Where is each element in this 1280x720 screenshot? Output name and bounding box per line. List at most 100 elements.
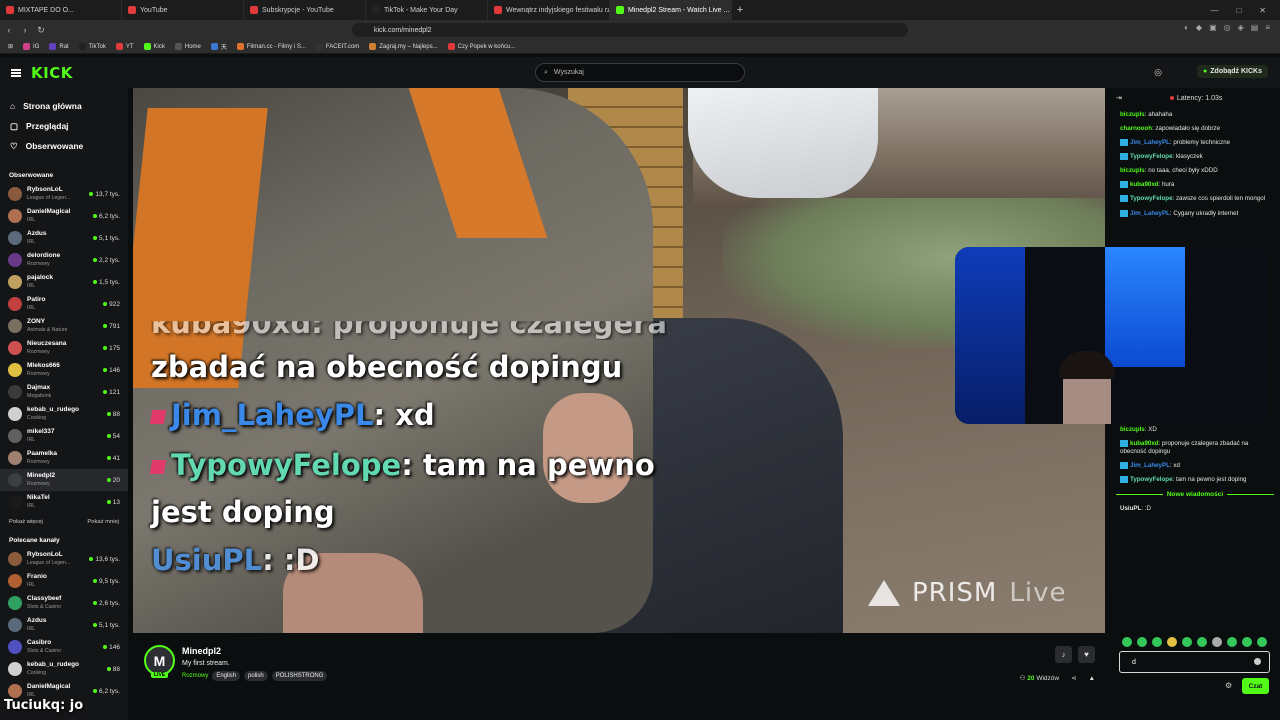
bookmark-item[interactable]: IG <box>23 43 39 50</box>
sidebar-channel[interactable]: DanielMagical IRL 6,2 tys. <box>0 205 128 227</box>
browser-tab[interactable]: Minedpl2 Stream - Watch Live ...✕ <box>610 0 732 20</box>
extension-icon[interactable]: ▤ <box>1251 23 1259 32</box>
chat-username[interactable]: Jim_LaheyPL <box>1130 462 1170 469</box>
collapse-chat-icon[interactable]: ⇥ <box>1116 94 1122 102</box>
emote-icon[interactable] <box>1212 637 1222 647</box>
report-icon[interactable]: ▲ <box>1089 675 1095 682</box>
bookmark-item[interactable]: Rat <box>49 43 69 50</box>
sidebar-channel[interactable]: kebab_u_rudego Cooking 88 <box>0 403 128 425</box>
chat-username[interactable]: TypowyFelope <box>1130 153 1173 160</box>
chat-username[interactable]: kuba90xd <box>1130 440 1159 447</box>
follow-heart-icon[interactable]: ♥ <box>1078 646 1095 663</box>
chat-username[interactable]: kuba90xd <box>1130 181 1159 188</box>
sidebar-channel[interactable]: mikel337 IRL 54 <box>0 425 128 447</box>
back-icon[interactable]: ‹ <box>2 25 16 35</box>
browser-tab[interactable]: Wewnątrz indyjskiego festiwalu rzuc... <box>488 0 610 20</box>
menu-icon[interactable]: ≡ <box>1265 23 1270 32</box>
hamburger-menu-icon[interactable] <box>11 68 21 77</box>
sidebar-channel[interactable]: Dajmax Megabonk 121 <box>0 381 128 403</box>
chat-username[interactable]: charnoooh <box>1120 125 1152 132</box>
minimize-icon[interactable]: — <box>1210 6 1218 15</box>
new-tab-button[interactable]: + <box>732 4 748 16</box>
chat-username[interactable]: TypowyFelope <box>1130 476 1173 483</box>
emote-icon[interactable] <box>1242 637 1252 647</box>
chat-username[interactable]: Jim_LaheyPL <box>1130 139 1170 146</box>
url-field[interactable]: kick.com/minedpl2 <box>352 23 908 37</box>
stream-tag[interactable]: POLISHSTRONG <box>271 671 328 681</box>
emote-icon[interactable] <box>1122 637 1132 647</box>
forward-icon[interactable]: › <box>18 25 32 35</box>
get-kicks-button[interactable]: ● Zdobądź KICKs <box>1197 65 1268 78</box>
close-window-icon[interactable]: ✕ <box>1259 6 1266 15</box>
stream-tag[interactable]: polish <box>244 671 268 681</box>
browser-tab[interactable]: Subskrypcje - YouTube <box>244 0 366 20</box>
send-chat-button[interactable]: Czat <box>1242 678 1269 694</box>
sidebar-channel[interactable]: pajalock IRL 1,5 tys. <box>0 271 128 293</box>
emote-icon[interactable] <box>1257 637 1267 647</box>
sidebar-channel[interactable]: Paamelka Rozmowy 41 <box>0 447 128 469</box>
extension-icon[interactable]: ▣ <box>1209 23 1217 32</box>
sidebar-channel[interactable]: Patiro IRL 922 <box>0 293 128 315</box>
emote-icon[interactable] <box>1167 637 1177 647</box>
chat-username[interactable]: Jim_LaheyPL <box>1130 210 1170 217</box>
maximize-icon[interactable]: □ <box>1236 6 1241 15</box>
extension-icon[interactable]: ◆ <box>1196 23 1202 32</box>
stream-tag[interactable]: English <box>212 671 241 681</box>
sidebar-channel[interactable]: Franio IRL 9,5 tys. <box>0 570 128 592</box>
extension-icon[interactable]: ◈ <box>1238 23 1244 32</box>
sidebar-channel[interactable]: Nieuczesana Rozmowy 175 <box>0 337 128 359</box>
browser-tab[interactable]: MIXTAPE DO O... <box>0 0 122 20</box>
sidebar-channel[interactable]: Mlekos666 Rozmowy 146 <box>0 359 128 381</box>
reload-icon[interactable]: ↻ <box>34 25 48 36</box>
bookmark-item[interactable]: Home <box>174 43 201 50</box>
sidebar-channel[interactable]: NikaTel IRL 13 <box>0 491 128 513</box>
nav-home[interactable]: ⌂ Strona główna <box>10 96 128 116</box>
sidebar-channel[interactable]: ZONY Animals & Nature 791 <box>0 315 128 337</box>
nav-following[interactable]: ♡ Obserwowane <box>10 136 128 156</box>
emote-icon[interactable] <box>1152 637 1162 647</box>
kick-logo[interactable]: KICK <box>31 64 73 82</box>
share-icon[interactable]: ⋖ <box>1071 674 1076 682</box>
sidebar-channel[interactable]: Azdus IRL 5,1 tys. <box>0 227 128 249</box>
browser-tab[interactable]: TikTok - Make Your Day <box>366 0 488 20</box>
apps-icon[interactable]: ⊞ <box>8 43 13 50</box>
bookmark-item[interactable]: Filman.cc - Filmy i S... <box>236 43 306 50</box>
bookmark-item[interactable]: Zagraj.my – Najleps... <box>369 43 438 50</box>
new-messages-divider[interactable]: Nowe wiadomości <box>1110 487 1280 502</box>
bookmark-item[interactable]: TikTok <box>78 43 106 50</box>
stream-category[interactable]: Rozmowy <box>182 673 208 679</box>
chat-message-input[interactable]: d <box>1119 651 1270 673</box>
nav-browse[interactable]: ▢ Przeglądaj <box>10 116 128 136</box>
emote-icon[interactable] <box>1227 637 1237 647</box>
chat-username[interactable]: UsiuPL <box>1120 505 1141 512</box>
browser-tab[interactable]: YouTube <box>122 0 244 20</box>
search-input[interactable]: ⌕ Wyszukaj <box>535 63 745 82</box>
notifications-icon[interactable]: ◎ <box>1154 67 1162 78</box>
show-more-button[interactable]: Pokaż więcej <box>9 519 43 525</box>
chat-username[interactable]: TypowyFelope <box>1130 196 1173 203</box>
sidebar-channel[interactable]: delordione Rozmowy 2,2 tys. <box>0 249 128 271</box>
sidebar-channel[interactable]: Classybeef Slots & Casino 2,6 tys. <box>0 592 128 614</box>
chat-username[interactable]: biczupls <box>1120 111 1145 118</box>
emoji-picker-icon[interactable] <box>1254 658 1261 665</box>
bookmark-item[interactable]: 天 <box>210 42 227 51</box>
chat-username[interactable]: biczupls <box>1120 167 1145 174</box>
bookmark-item[interactable]: Czy Popek w końcu... <box>447 43 515 50</box>
show-less-button[interactable]: Pokaż mniej <box>87 519 119 525</box>
emote-icon[interactable] <box>1182 637 1192 647</box>
channel-name[interactable]: Minedpl2 <box>182 646 221 656</box>
sidebar-channel[interactable]: Casibro Slots & Casino 146 <box>0 636 128 658</box>
sidebar-channel[interactable]: RybsonLoL League of Legen... 13,7 tys. <box>0 183 128 205</box>
chat-settings-icon[interactable]: ⚙ <box>1225 681 1232 690</box>
notification-bell-icon[interactable]: ♪ <box>1055 646 1072 663</box>
emote-icon[interactable] <box>1197 637 1207 647</box>
sidebar-channel[interactable]: RybsonLoL League of Legen... 13,6 tys. <box>0 548 128 570</box>
extension-icon[interactable]: ◎ <box>1224 23 1231 32</box>
bookmark-item[interactable]: Kick <box>143 43 165 50</box>
sidebar-channel[interactable]: kebab_u_rudego Cooking 88 <box>0 658 128 680</box>
sidebar-channel[interactable]: Azdus IRL 5,1 tys. <box>0 614 128 636</box>
extension-icon[interactable]: ◐ <box>1184 23 1189 32</box>
bookmark-item[interactable]: YT <box>115 43 134 50</box>
emote-icon[interactable] <box>1137 637 1147 647</box>
chat-username[interactable]: biczupls <box>1120 426 1145 433</box>
